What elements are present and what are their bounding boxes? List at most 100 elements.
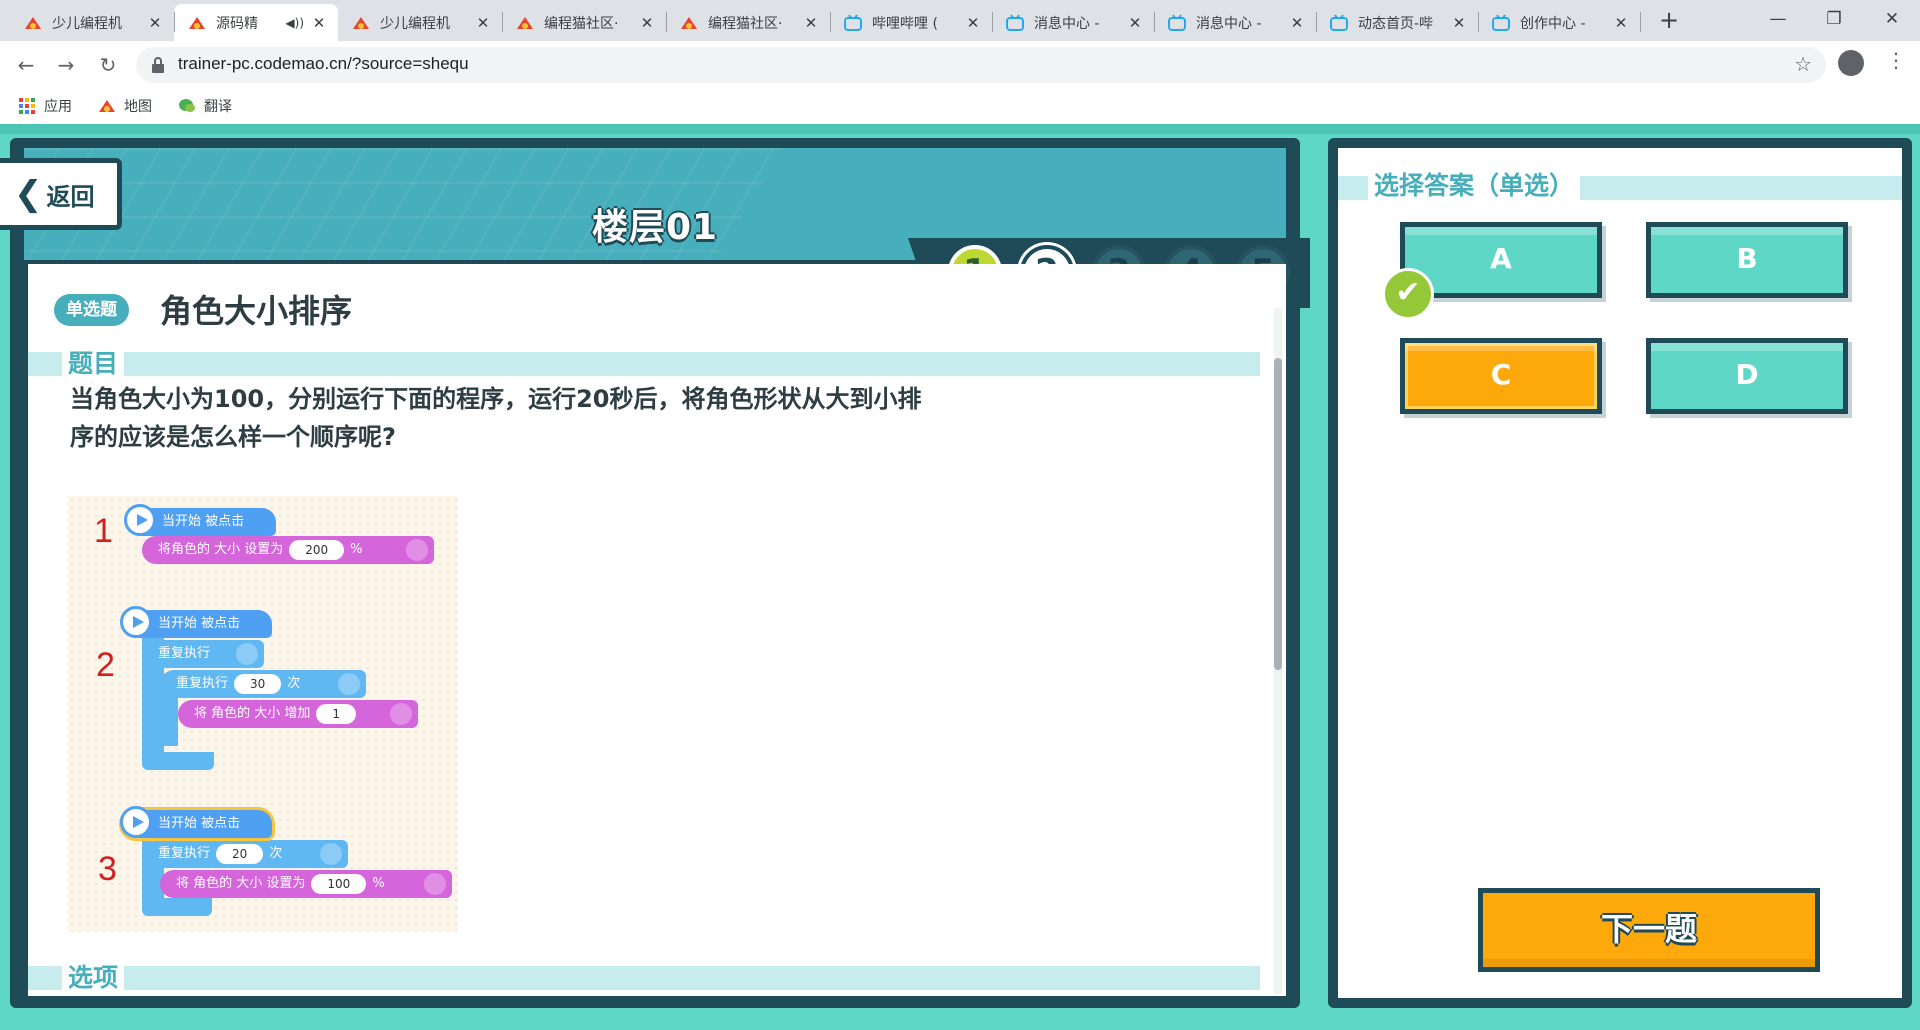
tab-separator bbox=[174, 12, 175, 32]
profile-avatar-icon[interactable] bbox=[1838, 50, 1864, 76]
tab-separator bbox=[1478, 12, 1479, 32]
close-tab-icon[interactable]: ✕ bbox=[1288, 14, 1306, 32]
bookmark-map[interactable]: 地图 bbox=[98, 94, 152, 118]
tab-separator bbox=[1316, 12, 1317, 32]
block-repeat-forever: 重复执行 bbox=[142, 640, 264, 668]
lock-icon bbox=[150, 56, 166, 74]
browser-tab[interactable]: 少儿编程机 ✕ bbox=[338, 4, 502, 41]
tab-title: 消息中心 - bbox=[1034, 15, 1100, 32]
bilibili-icon bbox=[1006, 13, 1024, 32]
bookmark-translate[interactable]: 翻译 bbox=[178, 94, 232, 118]
close-tab-icon[interactable]: ✕ bbox=[146, 14, 164, 32]
block-text: 重复执行 bbox=[176, 676, 229, 691]
browser-tab[interactable]: 少儿编程机 ✕ bbox=[10, 4, 174, 41]
section-bar bbox=[28, 966, 1260, 990]
address-bar[interactable]: trainer-pc.codemao.cn/?source=shequ ☆ bbox=[136, 47, 1826, 83]
tab-separator bbox=[666, 12, 667, 32]
section-label-answer: 选择答案（单选） bbox=[1368, 171, 1581, 201]
option-c-button[interactable]: C bbox=[1400, 338, 1602, 414]
block-text: 当开始 被点击 bbox=[158, 616, 241, 631]
menu-kebab-icon[interactable]: ⋮ bbox=[1886, 48, 1906, 72]
block-text: % bbox=[350, 542, 363, 557]
block-repeat-times: 重复执行 20 次 bbox=[142, 840, 348, 868]
codemao-icon bbox=[516, 14, 534, 32]
bookmarks-bar: 应用 地图 翻译 bbox=[0, 88, 1920, 124]
question-text: 当角色大小为100，分别运行下面的程序，运行20秒后，将角色形状从大到小排序的应… bbox=[70, 385, 922, 451]
block-end-cap bbox=[390, 703, 412, 725]
block-end-cap bbox=[406, 539, 428, 561]
scrollbar[interactable] bbox=[1274, 308, 1282, 994]
scrollbar-thumb[interactable] bbox=[1274, 358, 1282, 670]
close-tab-icon[interactable]: ✕ bbox=[474, 14, 492, 32]
block-repeat-times: 重复执行 30 次 bbox=[160, 670, 366, 698]
codemao-icon bbox=[352, 14, 370, 32]
section-label-options: 选项 bbox=[62, 963, 125, 993]
block-change-size: 将 角色的 大小 增加 1 bbox=[178, 700, 418, 728]
answer-panel: 选择答案（单选） A ✔ B C D 下一题 bbox=[1328, 138, 1912, 1008]
option-b-button[interactable]: B bbox=[1646, 222, 1848, 298]
option-label: B bbox=[1736, 242, 1758, 275]
check-icon: ✔ bbox=[1382, 268, 1434, 320]
block-text: 次 bbox=[287, 676, 301, 691]
section-bar bbox=[28, 352, 1260, 376]
block-text: 重复执行 bbox=[158, 646, 211, 661]
browser-tab[interactable]: 哔哩哔哩 ( ✕ bbox=[830, 4, 992, 41]
back-arrow-icon[interactable]: ← bbox=[12, 51, 40, 79]
speaker-icon[interactable]: ◀)) bbox=[285, 16, 304, 30]
codemao-icon bbox=[24, 14, 42, 32]
browser-tab[interactable]: 动态首页-哔 ✕ bbox=[1316, 4, 1478, 41]
option-label: A bbox=[1490, 242, 1512, 275]
close-tab-icon[interactable]: ✕ bbox=[1450, 14, 1468, 32]
tab-title: 创作中心 - bbox=[1520, 15, 1586, 32]
browser-tab[interactable]: 创作中心 - ✕ bbox=[1478, 4, 1640, 41]
program-number: 2 bbox=[96, 646, 115, 684]
tab-separator bbox=[502, 12, 503, 32]
block-text: 次 bbox=[269, 846, 283, 861]
inner-loop-wrapper bbox=[160, 694, 178, 746]
reload-icon[interactable]: ↻ bbox=[94, 51, 122, 79]
bilibili-icon bbox=[1492, 13, 1510, 32]
block-end-cap bbox=[236, 643, 258, 665]
block-set-size: 将 角色的 大小 设置为 100% bbox=[160, 870, 452, 898]
block-value: 20 bbox=[216, 843, 264, 864]
tab-title: 动态首页-哔 bbox=[1358, 15, 1434, 32]
bilibili-icon bbox=[1330, 13, 1348, 32]
restore-icon[interactable]: ❐ bbox=[1806, 0, 1862, 41]
new-tab-button[interactable]: + bbox=[1655, 6, 1683, 34]
browser-toolbar: ← → ↻ trainer-pc.codemao.cn/?source=sheq… bbox=[0, 41, 1920, 88]
play-icon bbox=[120, 806, 152, 838]
app-top-stripe bbox=[0, 124, 1920, 134]
close-tab-icon[interactable]: ✕ bbox=[310, 14, 328, 32]
answer-content: 选择答案（单选） A ✔ B C D 下一题 bbox=[1338, 148, 1902, 998]
browser-tab[interactable]: 消息中心 - ✕ bbox=[992, 4, 1154, 41]
tab-separator bbox=[1640, 12, 1641, 32]
section-label-question: 题目 bbox=[62, 349, 125, 379]
close-tab-icon[interactable]: ✕ bbox=[1612, 14, 1630, 32]
block-text: 将 角色的 大小 设置为 bbox=[176, 876, 306, 891]
bilibili-icon bbox=[844, 13, 862, 32]
bookmark-apps[interactable]: 应用 bbox=[18, 94, 72, 118]
block-value: 1 bbox=[316, 703, 357, 724]
tab-title: 编程猫社区· bbox=[544, 15, 619, 32]
close-tab-icon[interactable]: ✕ bbox=[802, 14, 820, 32]
browser-tab[interactable]: 消息中心 - ✕ bbox=[1154, 4, 1316, 41]
question-content: 单选题 角色大小排序 题目 当角色大小为100，分别运行下面的程序，运行20秒后… bbox=[28, 264, 1286, 996]
next-question-button[interactable]: 下一题 bbox=[1478, 888, 1820, 972]
close-tab-icon[interactable]: ✕ bbox=[638, 14, 656, 32]
close-tab-icon[interactable]: ✕ bbox=[1126, 14, 1144, 32]
option-label: D bbox=[1735, 358, 1759, 391]
loop-footer bbox=[142, 898, 212, 916]
minimize-icon[interactable]: — bbox=[1750, 0, 1806, 41]
close-window-icon[interactable]: ✕ bbox=[1864, 0, 1920, 41]
back-button[interactable]: ❮ 返回 bbox=[0, 158, 122, 230]
browser-tab[interactable]: 编程猫社区· ✕ bbox=[666, 4, 830, 41]
forward-arrow-icon[interactable]: → bbox=[52, 51, 80, 79]
code-blocks-image: 1 将角色的 大小 设置为 200% 当开始 被点击 2 重复执行 重复执行 3… bbox=[68, 496, 458, 932]
close-tab-icon[interactable]: ✕ bbox=[964, 14, 982, 32]
option-d-button[interactable]: D bbox=[1646, 338, 1848, 414]
bookmark-star-icon[interactable]: ☆ bbox=[1794, 52, 1812, 76]
chevron-left-icon: ❮ bbox=[14, 174, 43, 214]
browser-tab-active[interactable]: 源码精 ◀)) ✕ bbox=[174, 4, 338, 41]
url-text: trainer-pc.codemao.cn/?source=shequ bbox=[178, 54, 469, 73]
browser-tab[interactable]: 编程猫社区· ✕ bbox=[502, 4, 666, 41]
